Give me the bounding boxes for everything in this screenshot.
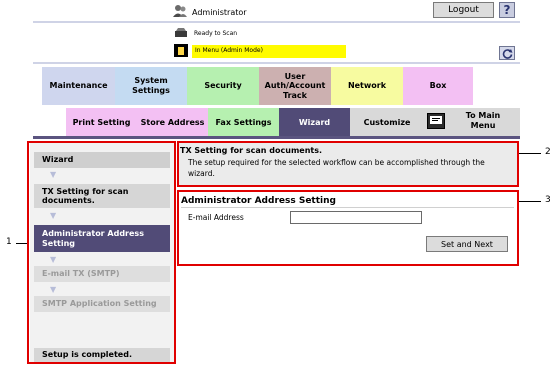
subtab-wizard[interactable]: Wizard (279, 108, 350, 136)
administrator-icon (172, 4, 188, 18)
header-divider (33, 21, 520, 23)
subtab-print-setting[interactable]: Print Setting (66, 108, 137, 136)
callout-leader-1 (16, 243, 27, 244)
tab-box[interactable]: Box (403, 67, 473, 105)
status-text: Ready to Scan (194, 30, 238, 37)
refresh-icon (502, 48, 512, 59)
to-main-menu-button[interactable]: To Main Menu (424, 108, 520, 136)
main-menu-label: To Main Menu (465, 111, 501, 130)
callout-number-3: 3 (545, 195, 551, 205)
scanner-status-icon (174, 28, 188, 38)
user-label: Administrator (192, 8, 247, 17)
subtab-store-address[interactable]: Store Address (137, 108, 208, 136)
mode-indicator: In Menu (Admin Mode) (192, 45, 346, 58)
callout-leader-2 (519, 153, 541, 154)
admin-mode-icon (174, 44, 188, 57)
callout-number-2: 2 (545, 147, 551, 157)
tab-network[interactable]: Network (331, 67, 403, 105)
refresh-button[interactable] (499, 46, 515, 60)
callout-frame-3 (177, 190, 519, 266)
tab-system-settings[interactable]: System Settings (115, 67, 187, 105)
help-button[interactable]: ? (499, 2, 515, 18)
logout-button[interactable]: Logout (433, 2, 494, 18)
subtab-customize[interactable]: Customize (350, 108, 424, 136)
tabs-underline (33, 136, 520, 139)
main-menu-icon (427, 113, 445, 129)
callout-leader-3 (519, 201, 541, 202)
subtab-fax-settings[interactable]: Fax Settings (208, 108, 279, 136)
header-divider (33, 62, 520, 64)
callout-frame-2 (177, 141, 519, 187)
callout-frame-1 (27, 141, 176, 364)
callout-number-1: 1 (6, 237, 12, 247)
tab-maintenance[interactable]: Maintenance (42, 67, 115, 105)
tab-security[interactable]: Security (187, 67, 259, 105)
tab-user-auth-account-track[interactable]: User Auth/Account Track (259, 67, 331, 105)
